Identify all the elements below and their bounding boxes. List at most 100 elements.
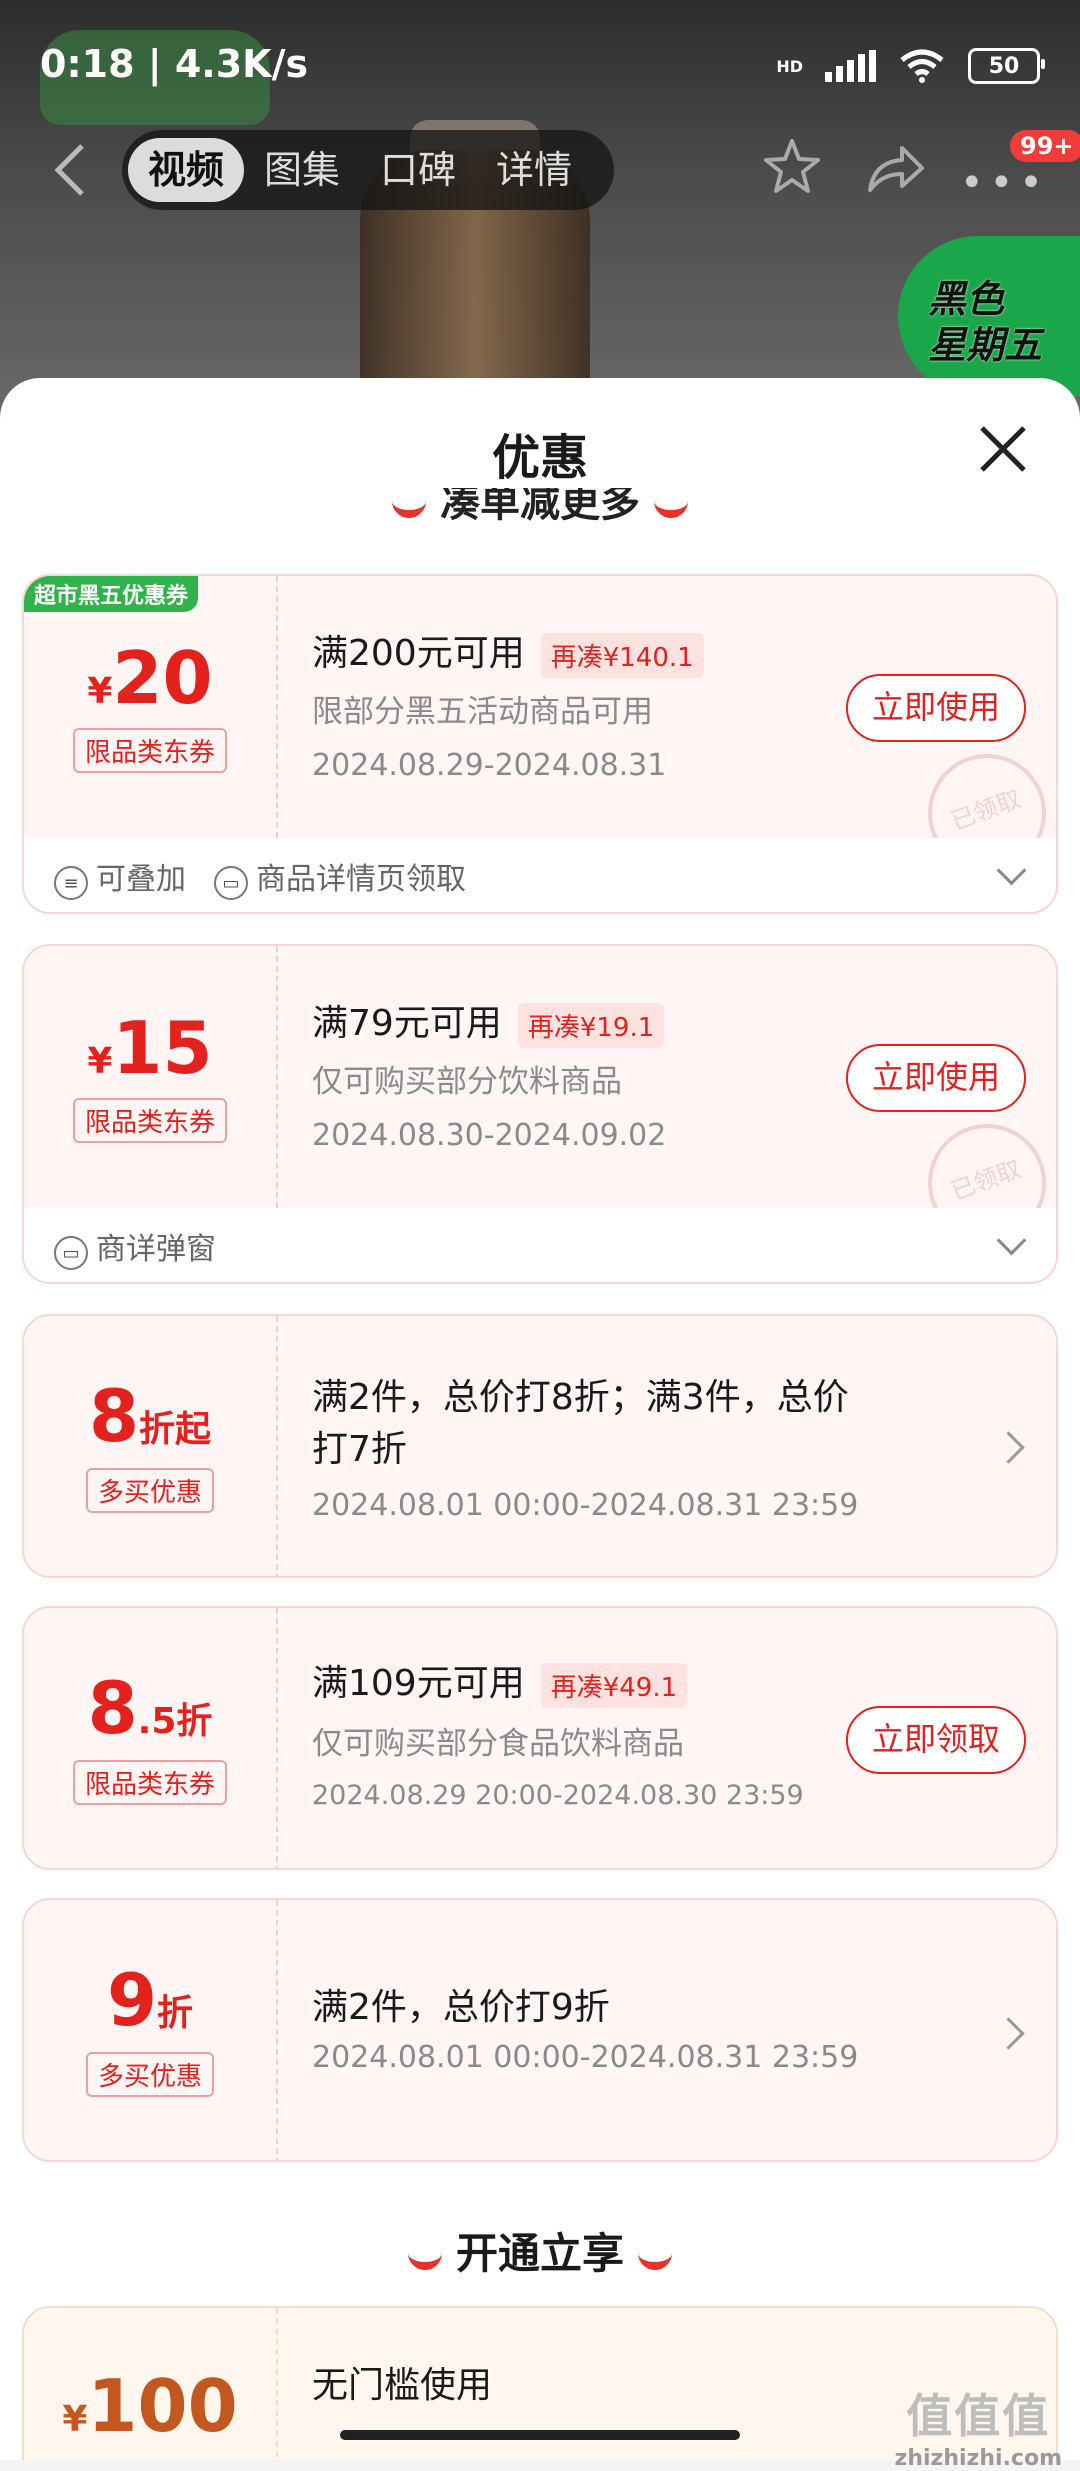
coupon-card[interactable]: 8折起 多买优惠 满2件，总价打8折；满3件，总价 打7折 2024.08.01… [22, 1314, 1058, 1578]
currency-symbol: ¥ [87, 1041, 113, 1082]
tab-gallery[interactable]: 图集 [244, 138, 360, 202]
claim-location-info: ▭ 商详弹窗 [54, 1224, 216, 1271]
coupon-type-tag: 限品类东券 [72, 1760, 228, 1805]
stackable-info: ≡ 可叠加 [54, 854, 186, 901]
coupon-value-area: ¥100 [24, 2308, 278, 2460]
coupon-title: 满109元可用 [312, 1663, 525, 1704]
signal-icon [825, 50, 876, 82]
battery-icon: 50 [968, 48, 1045, 84]
decorative-swirl-icon [392, 492, 426, 518]
chevron-down-icon[interactable] [996, 855, 1027, 886]
remaining-amount-tag: 再凑¥19.1 [517, 1002, 665, 1048]
coupon-main: 8折起 多买优惠 满2件，总价打8折；满3件，总价 打7折 2024.08.01… [24, 1316, 1056, 1576]
currency-symbol: ¥ [87, 671, 113, 712]
promo-badge-line1: 黑色 [928, 277, 1005, 321]
coupon-amount: 8.5折 [24, 1666, 276, 1750]
coupon-condition: 满200元可用 再凑¥140.1 [312, 624, 704, 678]
claim-now-button[interactable]: 立即领取 [846, 1706, 1026, 1774]
coupon-card[interactable]: ¥15 限品类东券 满79元可用 再凑¥19.1 仅可购买部分饮料商品 2024.… [22, 944, 1058, 1284]
claim-location-info: ▭ 商品详情页领取 [214, 854, 466, 901]
status-bar: 0:18 | 4.3K/s HD 50 [0, 0, 1080, 120]
coupon-value-area: ¥15 限品类东券 [24, 946, 278, 1208]
coupon-type-tag: 限品类东券 [72, 1098, 228, 1143]
coupon-validity: 2024.08.01 00:00-2024.08.31 23:59 [312, 1488, 859, 1523]
network-label: HD [776, 56, 803, 76]
coupon-condition: 满2件，总价打9折 [312, 1987, 610, 2028]
coupon-card[interactable]: 9折 多买优惠 满2件，总价打9折 2024.08.01 00:00-2024.… [22, 1898, 1058, 2162]
home-indicator[interactable] [340, 2430, 740, 2440]
chevron-right-icon[interactable] [992, 1431, 1025, 1464]
amount-value: 8 [88, 1374, 140, 1458]
watermark-url: zhizhizhi.com [894, 2446, 1062, 2471]
promo-badge-line2: 星期五 [928, 323, 1043, 367]
coupon-scope: 仅可购买部分饮料商品 [312, 1064, 622, 1100]
amount-value: 8 [87, 1666, 138, 1750]
amount-unit: 折 [176, 1701, 213, 1742]
coupon-type-tag: 多买优惠 [85, 1468, 215, 1513]
coupon-title: 满200元可用 [312, 633, 525, 674]
decorative-swirl-icon [407, 2244, 442, 2270]
tab-reviews[interactable]: 口碑 [360, 138, 476, 202]
coupon-amount: 9折 [24, 1958, 276, 2042]
stack-icon: ≡ [54, 866, 88, 901]
discount-sheet: 优惠 凑单减更多 ¥20 限品类东券 满200元可用 再凑¥140.1 限部分黑五… [0, 378, 1080, 2460]
decorative-swirl-icon [654, 492, 688, 518]
coupon-card[interactable]: 8.5折 限品类东券 满109元可用 再凑¥49.1 仅可购买部分食品饮料商品 2… [22, 1606, 1058, 1870]
coupon-main: ¥15 限品类东券 满79元可用 再凑¥19.1 仅可购买部分饮料商品 2024.… [24, 946, 1056, 1259]
coupon-amount: ¥100 [24, 2364, 276, 2448]
tab-details[interactable]: 详情 [476, 138, 592, 202]
remaining-amount-tag: 再凑¥49.1 [540, 1662, 688, 1708]
coupon-footer[interactable]: ▭ 商详弹窗 [24, 1208, 1056, 1282]
media-tabs: 视频 图集 口碑 详情 [122, 130, 614, 210]
coupon-main: 8.5折 限品类东券 满109元可用 再凑¥49.1 仅可购买部分食品饮料商品 2… [24, 1608, 1056, 1868]
back-arrow-icon[interactable] [50, 140, 90, 200]
favorite-star-icon[interactable] [760, 135, 824, 199]
decorative-swirl-icon [638, 2244, 672, 2270]
amount-value: 9 [106, 1958, 158, 2042]
coupon-amount: 8折起 [24, 1374, 276, 1458]
chevron-down-icon[interactable] [996, 1225, 1027, 1256]
coupon-scope: 仅可购买部分食品饮料商品 [312, 1726, 684, 1762]
ticket-icon: ▭ [214, 866, 248, 901]
use-now-button[interactable]: 立即使用 [846, 674, 1026, 742]
tab-video[interactable]: 视频 [128, 138, 245, 202]
use-now-button[interactable]: 立即使用 [846, 1044, 1026, 1112]
coupon-main: 9折 多买优惠 满2件，总价打9折 2024.08.01 00:00-2024.… [24, 1900, 1056, 2160]
amount-decimal: .5 [137, 1701, 177, 1742]
black-friday-promo-badge[interactable]: 黑色 星期五 [898, 236, 1080, 396]
coupon-validity: 2024.08.29 20:00-2024.08.30 23:59 [312, 1780, 804, 1811]
status-icons: HD 50 [776, 48, 1045, 84]
amount-unit: 折起 [139, 1409, 212, 1450]
coupon-amount: ¥15 [24, 1006, 276, 1090]
coupon-value-area: 8折起 多买优惠 [24, 1316, 278, 1576]
coupon-type-tag: 多买优惠 [85, 2052, 215, 2097]
more-menu-icon[interactable]: ••• [960, 160, 1049, 206]
coupon-validity: 2024.08.29-2024.08.31 [312, 748, 667, 783]
message-count-badge: 99+ [1010, 130, 1080, 162]
coupon-scope: 限部分黑五活动商品可用 [312, 694, 653, 730]
amount-value: 15 [112, 1006, 213, 1090]
status-time: 0:18 | 4.3K/s [40, 42, 309, 86]
amount-value: 20 [112, 636, 213, 720]
wifi-icon [900, 49, 944, 83]
coupon-validity: 2024.08.01 00:00-2024.08.31 23:59 [312, 2040, 859, 2075]
coupon-card[interactable]: ¥20 限品类东券 满200元可用 再凑¥140.1 限部分黑五活动商品可用 20… [22, 574, 1058, 914]
coupon-validity: 2024.08.30-2024.09.02 [312, 1118, 667, 1153]
coupon-condition: 满109元可用 再凑¥49.1 [312, 1654, 688, 1708]
coupon-condition-line1: 满2件，总价打8折；满3件，总价 [312, 1377, 849, 1418]
chevron-right-icon[interactable] [992, 2017, 1025, 2050]
coupon-footer[interactable]: ≡ 可叠加 ▭ 商品详情页领取 [24, 838, 1056, 912]
coupon-condition: 满79元可用 再凑¥19.1 [312, 994, 665, 1048]
coupon-condition-line2: 打7折 [312, 1429, 407, 1470]
section-heading-more-discounts: 凑单减更多 [0, 488, 1080, 528]
amount-value: 100 [87, 2364, 238, 2448]
coupon-amount: ¥20 [24, 636, 276, 720]
section-heading-text: 凑单减更多 [440, 488, 640, 526]
coupon-value-area: 9折 多买优惠 [24, 1900, 278, 2160]
share-icon[interactable] [862, 140, 926, 196]
coupon-title: 无门槛使用 [312, 2365, 493, 2406]
close-icon[interactable] [978, 424, 1028, 474]
section-heading-membership: 开通立享 [0, 2220, 1080, 2281]
claim-location-label: 商详弹窗 [96, 1231, 216, 1267]
coupon-title: 满79元可用 [312, 1003, 502, 1044]
